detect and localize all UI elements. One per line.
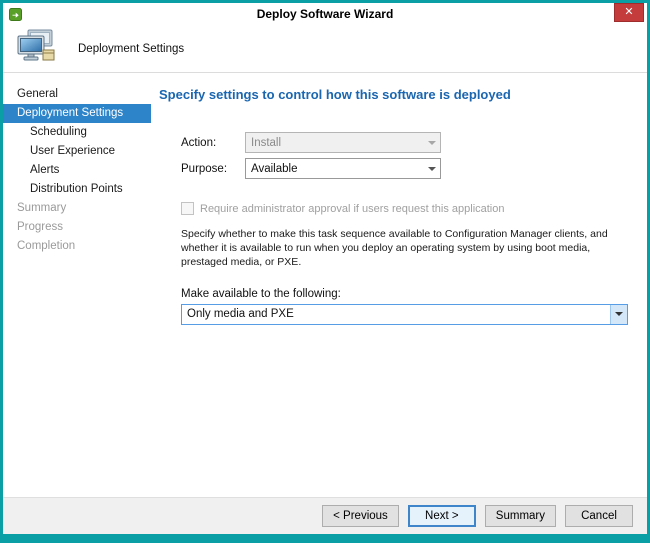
sidebar-item-scheduling[interactable]: Scheduling bbox=[3, 123, 151, 142]
summary-button[interactable]: Summary bbox=[485, 505, 556, 527]
availability-dropdown[interactable]: Only media and PXE bbox=[181, 304, 628, 325]
sidebar-item-progress: Progress bbox=[3, 218, 151, 237]
close-button[interactable]: ✕ bbox=[614, 3, 644, 22]
chevron-down-icon bbox=[610, 305, 627, 324]
sidebar-item-summary: Summary bbox=[3, 199, 151, 218]
titlebar: Deploy Software Wizard ✕ bbox=[3, 3, 647, 25]
sidebar-item-completion: Completion bbox=[3, 237, 151, 256]
chevron-down-icon bbox=[423, 159, 440, 178]
action-dropdown: Install bbox=[245, 132, 441, 153]
sidebar-item-distribution-points[interactable]: Distribution Points bbox=[3, 180, 151, 199]
action-value: Install bbox=[246, 137, 423, 149]
deployment-settings-form: Action: Install Purpose: Available Re bbox=[181, 132, 633, 325]
next-button[interactable]: Next > bbox=[408, 505, 476, 527]
availability-value: Only media and PXE bbox=[182, 308, 610, 320]
wizard-footer: < Previous Next > Summary Cancel bbox=[3, 497, 647, 534]
purpose-row: Purpose: Available bbox=[181, 158, 633, 179]
wizard-content: Specify settings to control how this sof… bbox=[151, 73, 647, 497]
deployment-settings-icon bbox=[16, 29, 56, 68]
purpose-label: Purpose: bbox=[181, 163, 245, 175]
content-heading: Specify settings to control how this sof… bbox=[159, 87, 633, 102]
action-row: Action: Install bbox=[181, 132, 633, 153]
window-title: Deploy Software Wizard bbox=[3, 7, 647, 21]
wizard-body: General Deployment Settings Scheduling U… bbox=[3, 73, 647, 497]
availability-description: Specify whether to make this task sequen… bbox=[181, 227, 633, 270]
cancel-button[interactable]: Cancel bbox=[565, 505, 633, 527]
purpose-dropdown[interactable]: Available bbox=[245, 158, 441, 179]
page-title: Deployment Settings bbox=[78, 43, 184, 55]
approval-checkbox-label: Require administrator approval if users … bbox=[200, 203, 505, 215]
previous-button[interactable]: < Previous bbox=[322, 505, 399, 527]
sidebar-item-user-experience[interactable]: User Experience bbox=[3, 142, 151, 161]
purpose-value: Available bbox=[246, 163, 423, 175]
sidebar-item-alerts[interactable]: Alerts bbox=[3, 161, 151, 180]
wizard-nav-sidebar: General Deployment Settings Scheduling U… bbox=[3, 73, 151, 497]
deploy-software-wizard-window: Deploy Software Wizard ✕ bbox=[0, 0, 650, 543]
sidebar-item-deployment-settings[interactable]: Deployment Settings bbox=[3, 104, 151, 123]
window-bottom-accent bbox=[3, 534, 647, 540]
sidebar-item-general[interactable]: General bbox=[3, 85, 151, 104]
wizard-header: Deployment Settings bbox=[3, 25, 647, 73]
approval-checkbox-row: Require administrator approval if users … bbox=[181, 202, 633, 215]
close-icon: ✕ bbox=[624, 7, 633, 18]
availability-label: Make available to the following: bbox=[181, 288, 633, 300]
approval-checkbox bbox=[181, 202, 194, 215]
action-label: Action: bbox=[181, 137, 245, 149]
chevron-down-icon bbox=[423, 133, 440, 152]
